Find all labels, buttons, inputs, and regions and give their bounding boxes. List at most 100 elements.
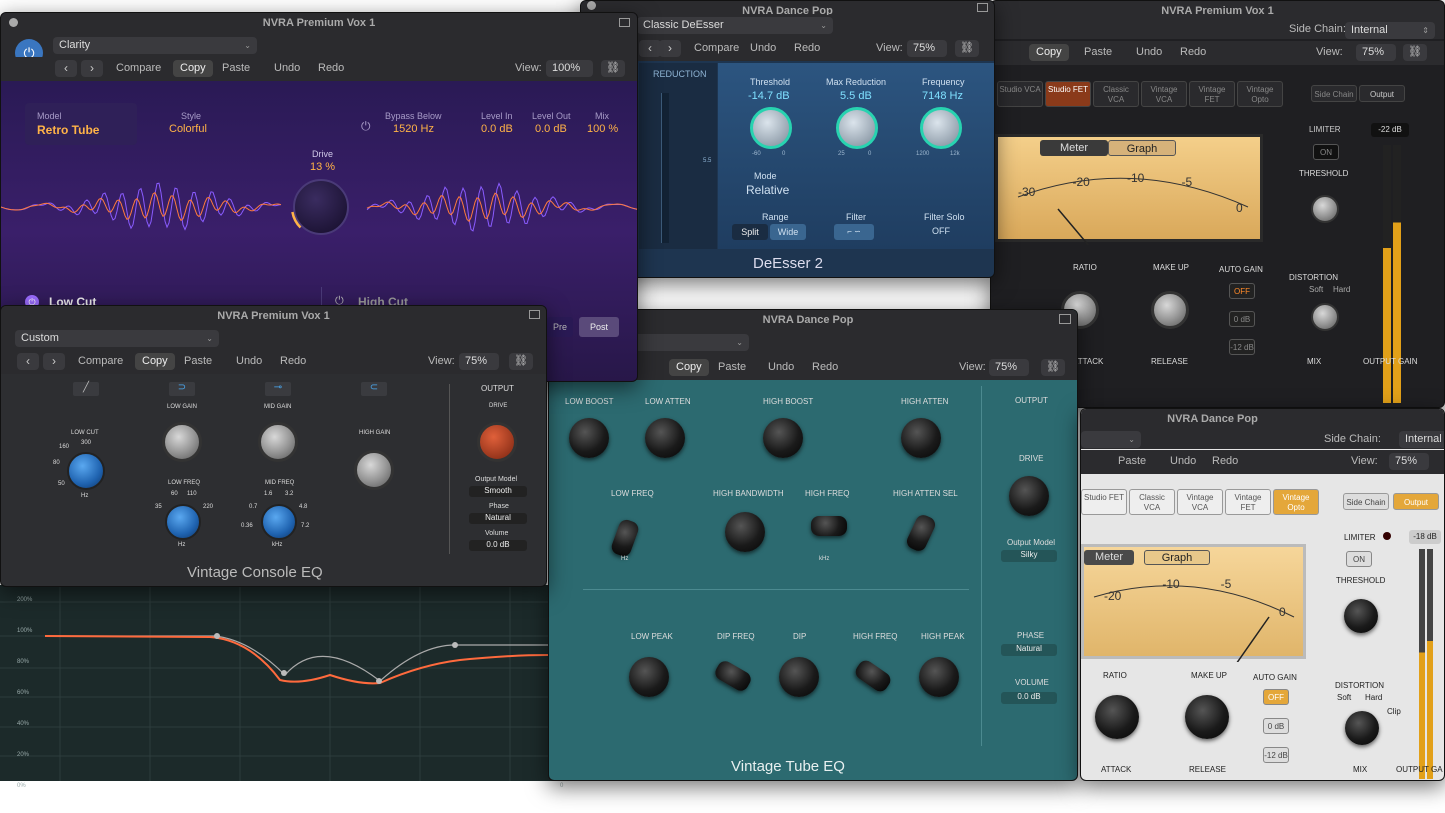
undo-button[interactable]: Undo [743,40,783,57]
tab-vintage-opto[interactable]: Vintage Opto [1273,489,1319,515]
limiter-on-button[interactable]: ON [1346,551,1372,567]
low-gain-knob[interactable] [162,422,202,462]
distortion-knob[interactable] [1345,711,1379,745]
high-freq-selector[interactable] [811,516,847,536]
mid-gain-knob[interactable] [258,422,298,462]
next-preset-button[interactable]: › [81,60,103,77]
prev-preset-button[interactable]: ‹ [17,353,39,370]
pre-button[interactable]: Pre [547,317,573,337]
link-button[interactable]: ⛓ [601,60,625,77]
compare-button[interactable]: Compare [71,353,130,370]
tab-side-chain[interactable]: Side Chain [1311,85,1357,102]
max-reduction-knob[interactable] [836,107,878,149]
next-preset-button[interactable]: › [659,40,681,57]
redo-button[interactable]: Redo [787,40,827,57]
high-peak-knob[interactable] [919,657,959,697]
high-atten-knob[interactable] [901,418,941,458]
level-out-value[interactable]: 0.0 dB [535,123,567,135]
range-split-button[interactable]: Split [732,224,768,240]
redo-button[interactable]: Redo [1173,44,1213,61]
preset-select[interactable]: Custom ⌄ [15,330,219,347]
drive-knob[interactable] [477,422,517,462]
filter-solo-value[interactable]: OFF [932,226,950,236]
copy-button[interactable]: Copy [135,353,175,370]
tab-side-chain[interactable]: Side Chain [1343,493,1389,510]
phase-select[interactable]: Natural [1001,644,1057,656]
low-freq-knob[interactable] [165,504,201,540]
view-select[interactable]: 100% [546,60,593,77]
compare-button[interactable]: Compare [687,40,746,57]
tab-classic-vca[interactable]: Classic VCA [1129,489,1175,515]
dip-knob[interactable] [779,657,819,697]
tab-classic-vca[interactable]: Classic VCA [1093,81,1139,107]
paste-button[interactable]: Paste [215,60,257,77]
close-button[interactable] [587,1,596,10]
compare-button[interactable]: Compare [109,60,168,77]
expand-icon[interactable] [619,18,630,27]
volume-field[interactable]: 0.0 dB [1001,692,1057,704]
view-select[interactable]: 75% [1389,453,1429,470]
undo-button[interactable]: Undo [1129,44,1169,61]
mid-freq-knob[interactable] [261,504,297,540]
range-wide-button[interactable]: Wide [770,224,806,240]
low-cut-knob[interactable] [67,452,105,490]
high-bandwidth-knob[interactable] [725,512,765,552]
tab-output[interactable]: Output [1393,493,1439,510]
tab-studio-fet[interactable]: Studio FET [1045,81,1091,107]
mix-value[interactable]: 100 % [587,123,618,135]
prev-preset-button[interactable]: ‹ [639,40,661,57]
low-freq-selector[interactable] [609,517,641,559]
undo-button[interactable]: Undo [267,60,307,77]
high-atten-sel-selector[interactable] [904,512,938,554]
preset-select[interactable]: Classic DeEsser ⌄ [637,17,833,34]
phase-select[interactable]: Natural [469,513,527,524]
auto-gain-0db[interactable]: 0 dB [1229,311,1255,327]
view-select[interactable]: 75% [907,40,947,57]
copy-button[interactable]: Copy [1029,44,1069,61]
link-button[interactable]: ⛓ [1403,44,1427,61]
model-select[interactable]: Retro Tube [37,123,99,137]
high-freq-selector-2[interactable] [852,657,894,695]
low-boost-knob[interactable] [569,418,609,458]
level-in-value[interactable]: 0.0 dB [481,123,513,135]
view-select[interactable]: 75% [989,359,1029,376]
frequency-knob[interactable] [920,107,962,149]
redo-button[interactable]: Redo [805,359,845,376]
preset-select[interactable]: Clarity ⌄ [53,37,257,54]
redo-button[interactable]: Redo [311,60,351,77]
low-atten-knob[interactable] [645,418,685,458]
style-select[interactable]: Colorful [169,123,207,135]
low-peak-knob[interactable] [629,657,669,697]
threshold-knob[interactable] [1311,195,1339,223]
auto-gain-off[interactable]: OFF [1229,283,1255,299]
output-model-select[interactable]: Silky [1001,550,1057,562]
redo-button[interactable]: Redo [273,353,313,370]
post-button[interactable]: Post [579,317,619,337]
paste-button[interactable]: Paste [1111,453,1153,470]
bypass-power-icon[interactable]: ⏻ [361,119,371,134]
undo-button[interactable]: Undo [229,353,269,370]
tab-vintage-opto[interactable]: Vintage Opto [1237,81,1283,107]
drive-knob[interactable] [1009,476,1049,516]
tab-vintage-vca[interactable]: Vintage VCA [1177,489,1223,515]
tab-studio-fet[interactable]: Studio FET [1081,489,1127,515]
make-up-knob[interactable] [1151,291,1189,329]
side-chain-select[interactable]: Internal [1399,431,1444,448]
paste-button[interactable]: Paste [1077,44,1119,61]
link-button[interactable]: ⛓ [1041,359,1065,376]
view-select[interactable]: 75% [459,353,499,370]
output-model-select[interactable]: Smooth [469,486,527,497]
filter-select[interactable]: ⌐ ∽ [834,224,874,240]
tab-output[interactable]: Output [1359,85,1405,102]
auto-gain-12db[interactable]: -12 dB [1263,747,1289,763]
copy-button[interactable]: Copy [173,60,213,77]
tab-vintage-vca[interactable]: Vintage VCA [1141,81,1187,107]
view-select[interactable]: 75% [1356,44,1396,61]
redo-button[interactable]: Redo [1205,453,1245,470]
expand-icon[interactable] [529,310,540,319]
threshold-knob[interactable] [1344,599,1378,633]
auto-gain-off[interactable]: OFF [1263,689,1289,705]
tab-studio-vca[interactable]: Studio VCA [997,81,1043,107]
undo-button[interactable]: Undo [761,359,801,376]
auto-gain-12db[interactable]: -12 dB [1229,339,1255,355]
